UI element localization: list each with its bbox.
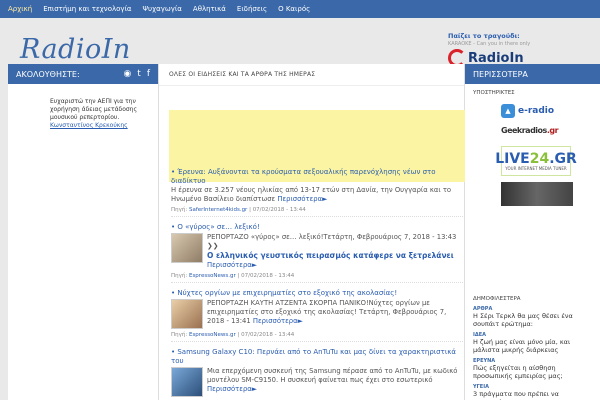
top-navigation: Αρχική Επιστήμη και τεχνολογία Ψυχαγωγία… <box>0 0 600 18</box>
live24-tagline: YOUR INTERNET MEDIA TUNER <box>505 165 567 171</box>
follow-header: ΑΚΟΛΟΥΘΗΣΤΕ: ◉ t f <box>8 64 158 84</box>
news-title[interactable]: Samsung Galaxy C10: Περνάει από το AnTuT… <box>171 348 463 366</box>
popular-title[interactable]: 3 πράγματα που πρέπει να σταματήσετε <box>473 390 597 400</box>
news-list: Έρευνα: Αυξάνονται τα κρούσματα σεξουαλι… <box>171 168 463 400</box>
license-text: Ευχαριστώ την ΑΕΠΙ για την χορήγηση άδει… <box>50 98 137 121</box>
eradio-label: e-radio <box>518 106 555 116</box>
news-meta: Πηγή: EspressoNews.gr | 07/02/2018 - 13:… <box>171 332 463 342</box>
nav-entertainment[interactable]: Ψυχαγωγία <box>143 5 182 13</box>
read-more-link[interactable]: Περισσότερα► <box>207 385 257 393</box>
news-meta: Πηγή: SaferInternet4kids.gr | 07/02/2018… <box>171 207 463 217</box>
geek-label: Geekradios <box>501 126 547 135</box>
popular-title[interactable]: Η ζωή μας είναι μόνο μία, και μάλιστα μι… <box>473 338 597 354</box>
list-item[interactable]: ΙΔΕΑ Η ζωή μας είναι μόνο μία, και μάλισ… <box>473 332 597 354</box>
nav-weather[interactable]: Ο Καιρός <box>278 5 310 13</box>
nav-sports[interactable]: Αθλητικά <box>193 5 226 13</box>
news-source[interactable]: EspressoNews.gr <box>189 332 236 338</box>
list-item: Νύχτες οργίων με επιχειρηματίες στο εξοχ… <box>171 289 463 342</box>
eradio-icon: ▲ <box>501 104 515 118</box>
now-playing-widget: Παίζει το τραγούδι: KARAOKE - Can you in… <box>448 32 598 67</box>
popular-title[interactable]: Πώς εξηγείται η αίσθηση προσωπικής εμπει… <box>473 364 597 380</box>
news-source[interactable]: EspressoNews.gr <box>189 273 236 279</box>
news-headline: Ο ελληνικός γευστικός πειρασμός κατάφερε… <box>207 251 454 260</box>
popular-title[interactable]: Η Σέρι Τερκλ θα μας θέσει ένα σουπάιτ ερ… <box>473 312 597 328</box>
twitter-icon[interactable]: t <box>137 69 141 79</box>
live24-logo: LIVE24.GR <box>495 150 577 167</box>
author-link[interactable]: Κωνσταντίνος Κρεκούκης <box>50 122 128 129</box>
list-item[interactable]: ΕΡΕΥΝΑ Πώς εξηγείται η αίσθηση προσωπική… <box>473 358 597 380</box>
site-logo[interactable]: RadioIn <box>20 34 131 65</box>
news-title[interactable]: Ο «γύρος» σε… λεξικό! <box>171 223 463 232</box>
facebook-icon[interactable]: f <box>147 69 150 79</box>
news-date: 07/02/2018 - 13:44 <box>241 273 295 279</box>
nav-home[interactable]: Αρχική <box>8 5 32 13</box>
follow-title: ΑΚΟΛΟΥΘΗΣΤΕ: <box>16 69 80 79</box>
more-title: ΠΕΡΙΣΣΟΤΕΡΑ <box>473 69 528 79</box>
now-playing-track: KARAOKE - Can you in there only <box>448 41 531 47</box>
news-excerpt: ΡΕΠΟΡΤΑΖΗ ΚΑΥΤΗ ΑΤΖΕΝΤΑ ΣΚΟΡΠΑ ΠΑΝΙΚΟ!Νύ… <box>207 299 447 325</box>
news-thumbnail[interactable] <box>171 299 203 329</box>
now-playing-label: Παίζει το τραγούδι: <box>448 32 520 40</box>
sponsor-banner[interactable] <box>501 182 600 206</box>
news-title[interactable]: Έρευνα: Αυξάνονται τα κρούσματα σεξουαλι… <box>171 168 463 186</box>
main-heading: ΟΛΕΣ ΟΙ ΕΙΔΗΣΕΙΣ ΚΑΙ ΤΑ ΑΡΘΡΑ ΤΗΣ ΗΜΕΡΑΣ <box>159 64 464 86</box>
right-sidebar: ΠΕΡΙΣΣΟΤΕΡΑ ΥΠΟΣΤΗΡΙΚΤΕΣ ▲ e-radio Geekr… <box>465 64 600 400</box>
news-thumbnail[interactable] <box>171 367 203 397</box>
nav-science[interactable]: Επιστήμη και τεχνολογία <box>43 5 131 13</box>
list-item[interactable]: ΑΡΘΡΑ Η Σέρι Τερκλ θα μας θέσει ένα σουπ… <box>473 306 597 328</box>
list-item: Samsung Galaxy C10: Περνάει από το AnTuT… <box>171 348 463 397</box>
read-more-link[interactable]: Περισσότερα► <box>253 317 303 325</box>
nav-news[interactable]: Ειδήσεις <box>237 5 267 13</box>
news-thumbnail[interactable] <box>171 233 203 263</box>
popular-label: ΔΗΜΟΦΙΛΕΣΤΕΡΑ <box>473 296 521 302</box>
news-meta: Πηγή: EspressoNews.gr | 07/02/2018 - 13:… <box>171 273 463 283</box>
more-header: ΠΕΡΙΣΣΟΤΕΡΑ <box>465 64 600 84</box>
popular-list: ΔΗΜΟΦΙΛΕΣΤΕΡΑ ΑΡΘΡΑ Η Σέρι Τερκλ θα μας … <box>473 296 597 400</box>
read-more-link[interactable]: Περισσότερα► <box>207 261 257 269</box>
site-header: RadioIn Παίζει το τραγούδι: KARAOKE - Ca… <box>0 18 600 67</box>
left-sidebar: ΑΚΟΛΟΥΘΗΣΤΕ: ◉ t f Ευχαριστώ την ΑΕΠΙ γι… <box>8 64 158 400</box>
geek-suffix: .gr <box>546 126 559 135</box>
news-date: 07/02/2018 - 13:44 <box>241 332 295 338</box>
news-date: 07/02/2018 - 13:44 <box>252 207 306 213</box>
sponsor-image <box>501 182 573 206</box>
news-excerpt: Μια επερχόμενη συσκευή της Samsung πέρασ… <box>207 367 458 384</box>
list-item[interactable]: ΥΓΕΙΑ 3 πράγματα που πρέπει να σταματήσε… <box>473 384 597 400</box>
list-item: Έρευνα: Αυξάνονται τα κρούσματα σεξουαλι… <box>171 168 463 217</box>
news-title[interactable]: Νύχτες οργίων με επιχειρηματίες στο εξοχ… <box>171 289 463 298</box>
sponsor-live24[interactable]: LIVE24.GR YOUR INTERNET MEDIA TUNER <box>495 146 600 176</box>
sponsor-eradio[interactable]: ▲ e-radio <box>501 102 600 120</box>
social-links: ◉ t f <box>123 69 150 79</box>
sponsors-label: ΥΠΟΣΤΗΡΙΚΤΕΣ <box>473 90 515 96</box>
license-note: Ευχαριστώ την ΑΕΠΙ για την χορήγηση άδει… <box>8 84 158 130</box>
sponsor-geekradios[interactable]: Geekradios.gr <box>501 126 600 140</box>
rss-icon[interactable]: ◉ <box>123 69 131 79</box>
main-content: ΟΛΕΣ ΟΙ ΕΙΔΗΣΕΙΣ ΚΑΙ ΤΑ ΑΡΘΡΑ ΤΗΣ ΗΜΕΡΑΣ… <box>158 64 465 400</box>
news-source[interactable]: SaferInternet4kids.gr <box>189 207 247 213</box>
list-item: Ο «γύρος» σε… λεξικό! ΡΕΠΟΡΤΑΖΟ «γύρος» … <box>171 223 463 283</box>
news-excerpt: ΡΕΠΟΡΤΑΖΟ «γύρος» σε… λεξικό!Τετάρτη, Φε… <box>207 233 457 250</box>
read-more-link[interactable]: Περισσότερα► <box>277 195 327 203</box>
